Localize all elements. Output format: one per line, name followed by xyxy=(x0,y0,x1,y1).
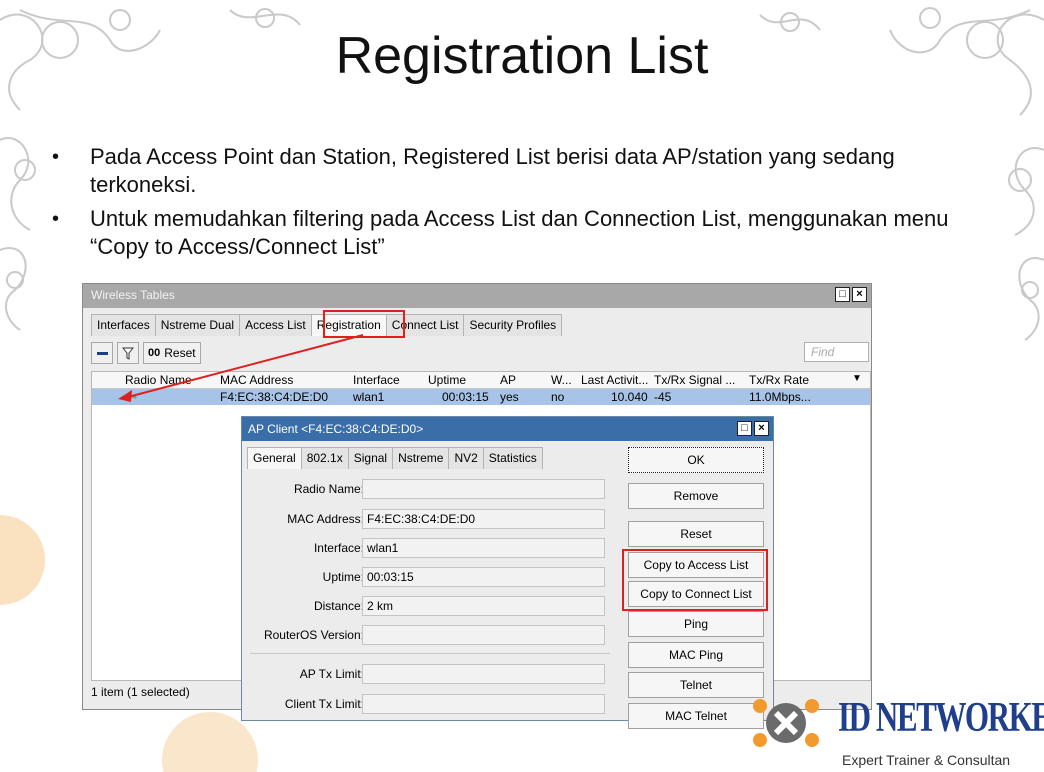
bullet-dot: • xyxy=(52,146,60,168)
tab-security-profiles[interactable]: Security Profiles xyxy=(463,314,563,336)
ap-client-dialog: AP Client <F4:EC:38:C4:DE:D0> □ × Genera… xyxy=(241,416,774,729)
field-label: RouterOS Version: xyxy=(263,628,364,642)
tab-interfaces[interactable]: Interfaces xyxy=(91,314,156,336)
field-divider xyxy=(250,653,610,654)
col-last-activity[interactable]: Last Activit... xyxy=(581,373,648,387)
field-radio-name: Radio Name: xyxy=(242,479,622,499)
telnet-button[interactable]: Telnet xyxy=(628,672,764,698)
col-interface[interactable]: Interface xyxy=(353,373,400,387)
field-label: Client Tx Limit: xyxy=(284,697,364,711)
window-titlebar: Wireless Tables □ × xyxy=(83,284,871,308)
ap-tx-limit-field[interactable] xyxy=(362,664,605,684)
bullet-text: Pada Access Point dan Station, Registere… xyxy=(90,144,895,197)
tab-general[interactable]: General xyxy=(247,447,302,469)
client-tx-limit-field[interactable] xyxy=(362,694,605,714)
field-distance: Distance: 2 km xyxy=(242,596,622,616)
reset-counters-button[interactable]: 00 Reset xyxy=(143,342,201,364)
column-menu-icon[interactable]: ▼ xyxy=(852,373,862,384)
tab-signal[interactable]: Signal xyxy=(347,447,394,469)
dialog-maximize-button[interactable]: □ xyxy=(737,421,752,436)
cell-w: no xyxy=(551,390,565,404)
routeros-version-field[interactable] xyxy=(362,625,605,645)
mac-ping-button[interactable]: MAC Ping xyxy=(628,642,764,668)
logo-mark-icon xyxy=(753,699,819,747)
logo-tagline: Expert Trainer & Consultan xyxy=(842,752,1011,768)
cell-rate: 11.0Mbps... xyxy=(749,390,811,404)
table-header: Radio Name MAC Address Interface Uptime … xyxy=(92,372,870,389)
reset-label: Reset xyxy=(164,346,196,360)
col-mac-address[interactable]: MAC Address xyxy=(220,373,293,387)
filter-button[interactable] xyxy=(117,342,139,364)
field-label: Interface: xyxy=(313,541,364,555)
bullet-item: • Untuk memudahkan filtering pada Access … xyxy=(52,205,1002,261)
ping-button[interactable]: Ping xyxy=(628,611,764,637)
reset-prefix: 00 xyxy=(148,347,161,359)
radio-name-field[interactable] xyxy=(362,479,605,499)
cell-signal: -45 xyxy=(654,390,672,404)
remove-button[interactable] xyxy=(91,342,113,364)
field-label: Radio Name: xyxy=(293,482,364,496)
reset-dialog-button[interactable]: Reset xyxy=(628,521,764,547)
field-routeros-version: RouterOS Version: xyxy=(242,625,622,645)
bullet-text: Untuk memudahkan filtering pada Access L… xyxy=(90,206,949,259)
field-mac-address: MAC Address: F4:EC:38:C4:DE:D0 xyxy=(242,509,622,529)
col-uptime[interactable]: Uptime xyxy=(428,373,466,387)
maximize-button[interactable]: □ xyxy=(835,287,850,302)
col-radio-name[interactable]: Radio Name xyxy=(125,373,192,387)
dialog-titlebar: AP Client <F4:EC:38:C4:DE:D0> □ × xyxy=(242,417,773,441)
cell-interface: wlan1 xyxy=(353,390,385,404)
col-ap[interactable]: AP xyxy=(500,373,516,387)
col-w[interactable]: W... xyxy=(551,373,572,387)
remove-dialog-button[interactable]: Remove xyxy=(628,483,764,509)
table-row[interactable]: ⇔ F4:EC:38:C4:DE:D0 wlan1 00:03:15 yes n… xyxy=(92,389,870,405)
tab-nv2[interactable]: NV2 xyxy=(448,447,484,469)
field-uptime: Uptime: 00:03:15 xyxy=(242,567,622,587)
field-interface: Interface: wlan1 xyxy=(242,538,622,558)
distance-field[interactable]: 2 km xyxy=(362,596,605,616)
minus-icon xyxy=(96,351,108,355)
tab-access-list[interactable]: Access List xyxy=(239,314,312,336)
dialog-close-button[interactable]: × xyxy=(754,421,769,436)
tab-8021x[interactable]: 802.1x xyxy=(300,447,349,469)
registration-tab-highlight xyxy=(323,310,405,338)
tab-nstreme-dual[interactable]: Nstreme Dual xyxy=(154,314,241,336)
col-rate[interactable]: Tx/Rx Rate xyxy=(749,373,809,387)
field-label: AP Tx Limit: xyxy=(299,667,364,681)
field-label: Uptime: xyxy=(322,570,364,584)
dialog-tab-bar: General 802.1x Signal Nstreme NV2 Statis… xyxy=(247,447,543,469)
window-title: Wireless Tables xyxy=(91,288,175,302)
tab-nstreme[interactable]: Nstreme xyxy=(392,447,450,469)
station-icon: ⇔ xyxy=(127,389,139,403)
ok-button[interactable]: OK xyxy=(628,447,764,473)
interface-field[interactable]: wlan1 xyxy=(362,538,605,558)
field-label: Distance: xyxy=(313,599,364,613)
close-button[interactable]: × xyxy=(852,287,867,302)
cell-uptime: 00:03:15 xyxy=(442,390,489,404)
mac-address-field[interactable]: F4:EC:38:C4:DE:D0 xyxy=(362,509,605,529)
tab-statistics[interactable]: Statistics xyxy=(482,447,543,469)
bullet-dot: • xyxy=(52,208,60,230)
uptime-field[interactable]: 00:03:15 xyxy=(362,567,605,587)
field-client-tx-limit: Client Tx Limit: xyxy=(242,694,622,714)
logo-wordmark: ID NETWORKERS xyxy=(838,695,1044,741)
col-signal[interactable]: Tx/Rx Signal ... xyxy=(654,373,735,387)
status-bar: 1 item (1 selected) xyxy=(91,685,190,699)
id-networkers-logo: ID NETWORKERS Expert Trainer & Consultan xyxy=(746,684,1044,772)
bullet-list: • Pada Access Point dan Station, Register… xyxy=(52,143,1002,267)
toolbar: 00 Reset Find xyxy=(91,341,871,365)
cell-ap: yes xyxy=(500,390,519,404)
cell-last-activity: 10.040 xyxy=(611,390,648,404)
field-ap-tx-limit: AP Tx Limit: xyxy=(242,664,622,684)
copy-buttons-highlight xyxy=(622,549,768,611)
dialog-title: AP Client <F4:EC:38:C4:DE:D0> xyxy=(248,422,424,436)
slide-title: Registration List xyxy=(335,27,709,85)
find-input[interactable]: Find xyxy=(804,342,869,362)
filter-icon xyxy=(122,347,134,360)
cell-mac: F4:EC:38:C4:DE:D0 xyxy=(220,390,329,404)
field-label: MAC Address: xyxy=(287,512,364,526)
mac-telnet-button[interactable]: MAC Telnet xyxy=(628,703,764,729)
bullet-item: • Pada Access Point dan Station, Register… xyxy=(52,143,1002,199)
